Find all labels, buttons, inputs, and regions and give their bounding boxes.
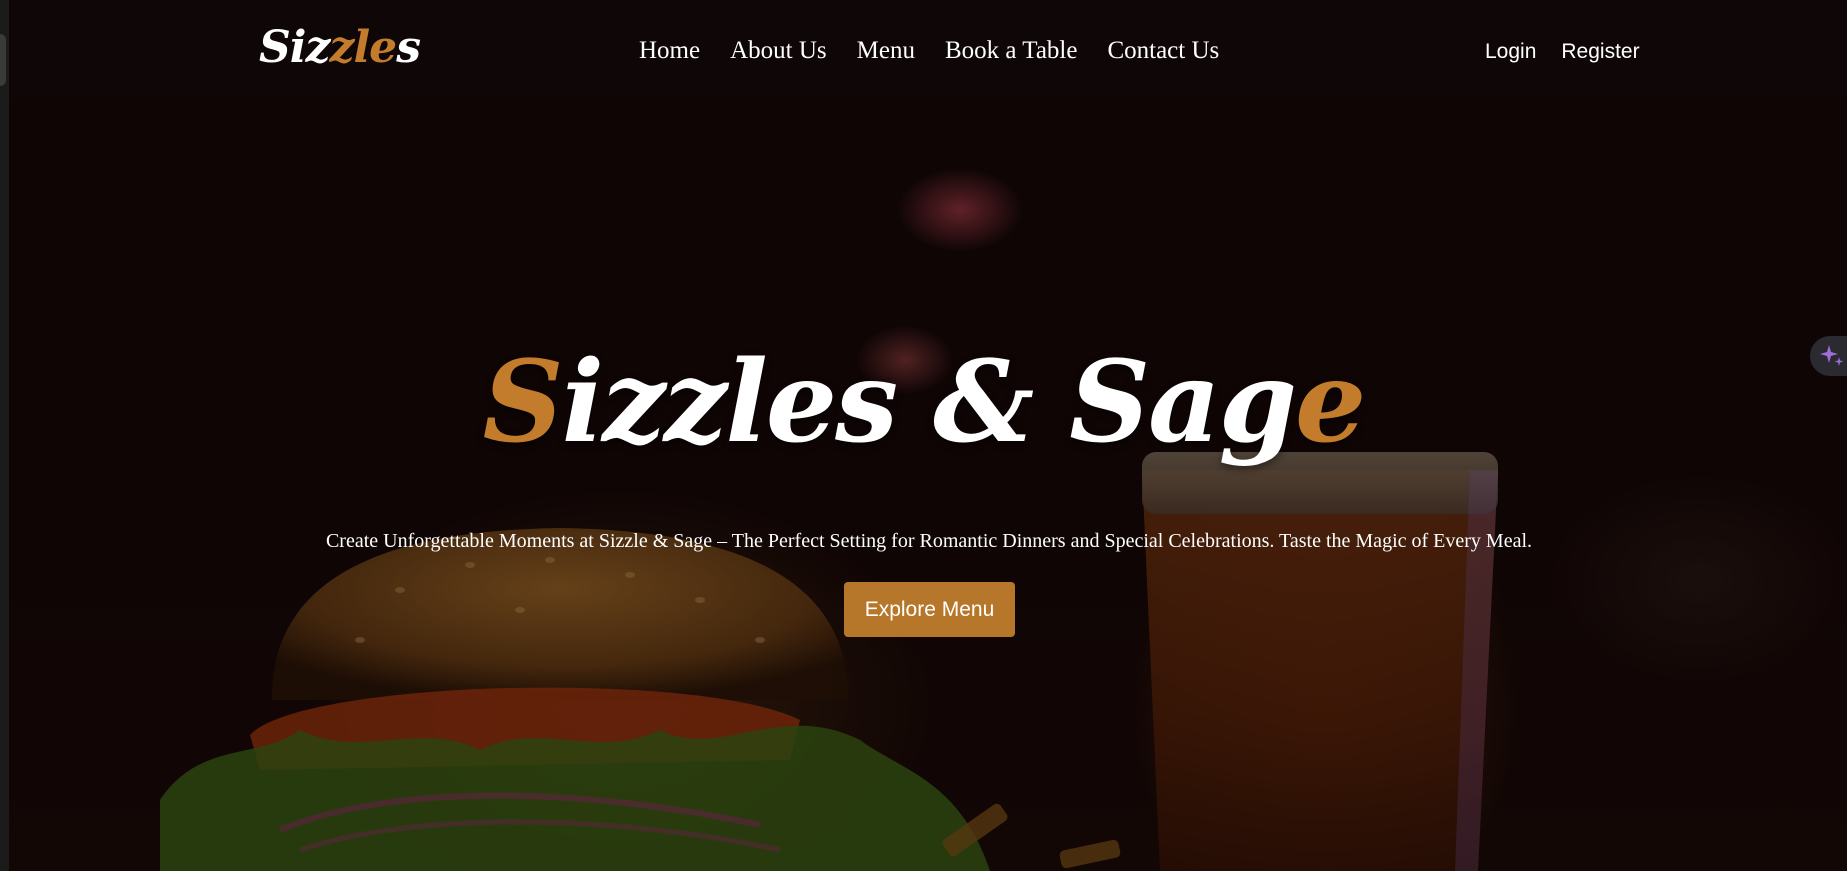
logo-text-start: Siz <box>259 22 330 73</box>
nav-link-book-a-table[interactable]: Book a Table <box>945 32 1077 70</box>
hero-title-middle: izzles & Sag <box>561 337 1297 468</box>
auth-links: Login Register <box>1485 36 1640 68</box>
nav-link-home[interactable]: Home <box>639 32 700 70</box>
site-logo[interactable]: Sizzles <box>259 18 421 78</box>
nav-link-about-us[interactable]: About Us <box>730 32 827 70</box>
hero-title-first-letter: S <box>482 337 564 468</box>
assistant-button[interactable] <box>1810 336 1847 376</box>
sparkle-icon <box>1820 345 1844 366</box>
main-nav: Home About Us Menu Book a Table Contact … <box>639 32 1219 70</box>
logo-text-end: s <box>396 22 421 73</box>
explore-menu-button[interactable]: Explore Menu <box>844 582 1015 637</box>
landing-page: Sizzles Home About Us Menu Book a Table … <box>0 0 1847 871</box>
hero-title: Sizzles & Sage <box>0 328 1847 478</box>
hero-title-last-letter: e <box>1295 337 1366 468</box>
register-link[interactable]: Register <box>1561 36 1639 68</box>
navbar: Sizzles Home About Us Menu Book a Table … <box>9 0 1847 98</box>
browser-side-tab[interactable] <box>0 34 6 86</box>
login-link[interactable]: Login <box>1485 36 1536 68</box>
nav-link-contact-us[interactable]: Contact Us <box>1107 32 1219 70</box>
nav-link-menu[interactable]: Menu <box>857 32 915 70</box>
hero-subtitle: Create Unforgettable Moments at Sizzle &… <box>325 530 1533 552</box>
logo-text-accent: zle <box>329 22 397 73</box>
